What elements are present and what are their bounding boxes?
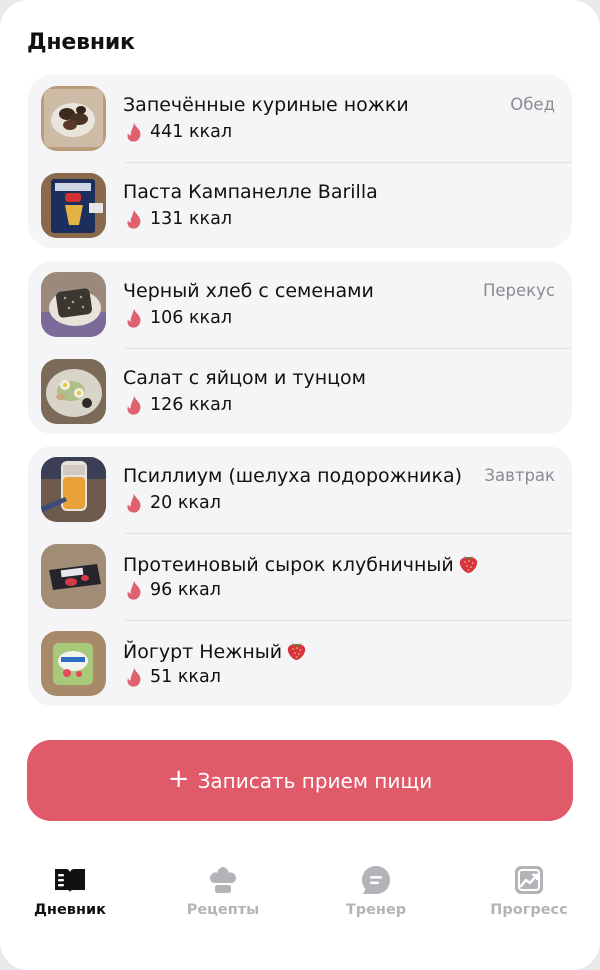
tab-recipes[interactable]: Рецепты — [153, 848, 293, 938]
add-meal-button[interactable]: + Записать прием пищи — [27, 740, 573, 821]
calories-value: 20 ккал — [150, 493, 221, 513]
food-photo — [41, 544, 106, 609]
food-row[interactable]: Псиллиум (шелуха подорожника) 20 ккал За… — [28, 446, 572, 533]
food-name-text: Йогурт Нежный — [123, 641, 283, 663]
calories: 441 ккал — [125, 120, 232, 144]
strawberry-icon — [287, 643, 306, 660]
tab-diary[interactable]: Дневник — [0, 848, 140, 938]
chef-hat-icon — [205, 863, 241, 897]
calories: 51 ккал — [125, 665, 221, 689]
food-photo — [41, 631, 106, 696]
food-photo — [41, 359, 106, 424]
food-name: Протеиновый сырок клубничный — [123, 552, 479, 576]
food-name: Запечённые куриные ножки — [123, 94, 409, 116]
meal-card-breakfast: Псиллиум (шелуха подорожника) 20 ккал За… — [28, 446, 572, 706]
calories: 126 ккал — [125, 393, 232, 417]
meal-type-label: Завтрак — [484, 466, 555, 485]
food-photo — [41, 457, 106, 522]
tab-label: Прогресс — [490, 902, 568, 918]
food-row[interactable]: Салат с яйцом и тунцом 126 ккал — [28, 348, 572, 435]
food-row[interactable]: Протеиновый сырок клубничный 96 ккал — [28, 533, 572, 620]
food-name: Черный хлеб с семенами — [123, 280, 374, 302]
progress-chart-icon — [511, 863, 547, 897]
food-name: Салат с яйцом и тунцом — [123, 367, 367, 389]
food-photo — [41, 173, 106, 238]
calories-value: 51 ккал — [150, 667, 221, 687]
food-row[interactable]: Паста Кампанелле Barilla 131 ккал — [28, 162, 572, 249]
meal-card-snack: Черный хлеб с семенами 106 ккал Перекус — [28, 261, 572, 434]
calories: 131 ккал — [125, 207, 232, 231]
tab-label: Дневник — [34, 902, 106, 918]
book-icon — [52, 863, 88, 897]
strawberry-icon — [459, 556, 477, 573]
flame-icon — [127, 580, 141, 600]
plus-icon: + — [167, 764, 190, 794]
chat-bubble-icon — [358, 863, 394, 897]
food-name-text: Протеиновый сырок клубничный — [123, 554, 454, 576]
food-row[interactable]: Йогурт Нежный 51 ккал — [28, 620, 572, 707]
food-row[interactable]: Черный хлеб с семенами 106 ккал Перекус — [28, 261, 572, 348]
meal-card-lunch: Запечённые куриные ножки 441 ккал Обед П… — [28, 75, 572, 248]
calories-value: 106 ккал — [150, 308, 233, 328]
calories-value: 131 ккал — [150, 209, 233, 229]
flame-icon — [127, 209, 141, 229]
flame-icon — [127, 122, 141, 142]
food-photo — [41, 86, 106, 151]
calories: 20 ккал — [125, 491, 221, 515]
diary-screen: Дневник Запечённые куриные ножки 441 кка… — [0, 0, 600, 970]
flame-icon — [127, 308, 141, 328]
flame-icon — [127, 493, 141, 513]
calories: 96 ккал — [125, 578, 221, 602]
tab-label: Рецепты — [186, 902, 260, 918]
calories-value: 441 ккал — [150, 122, 233, 142]
page-title: Дневник — [27, 30, 135, 55]
calories-value: 126 ккал — [150, 395, 233, 415]
calories-value: 96 ккал — [150, 580, 221, 600]
food-photo — [41, 272, 106, 337]
tab-coach[interactable]: Тренер — [306, 848, 446, 938]
add-meal-label: Записать прием пищи — [197, 768, 433, 793]
flame-icon — [127, 667, 141, 687]
food-name: Йогурт Нежный — [123, 639, 307, 663]
food-name: Псиллиум (шелуха подорожника) — [123, 465, 463, 487]
food-row[interactable]: Запечённые куриные ножки 441 ккал Обед — [28, 75, 572, 162]
flame-icon — [127, 395, 141, 415]
calories: 106 ккал — [125, 306, 232, 330]
bottom-tab-bar: Дневник Рецепты Тренер Прогресс — [0, 848, 600, 938]
food-name: Паста Кампанелле Barilla — [123, 181, 378, 203]
meal-type-label: Обед — [510, 95, 555, 114]
tab-progress[interactable]: Прогресс — [459, 848, 599, 938]
tab-label: Тренер — [345, 902, 407, 918]
meal-type-label: Перекус — [483, 281, 555, 300]
